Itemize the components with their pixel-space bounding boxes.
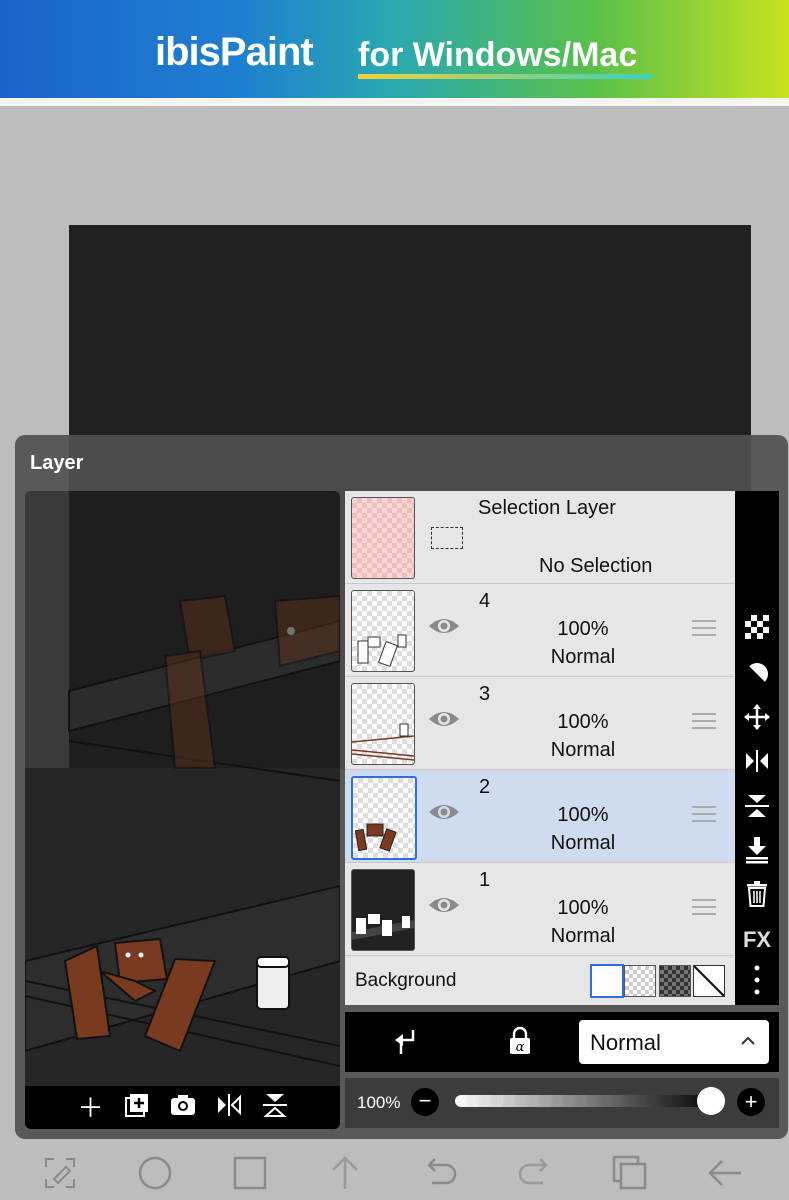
ibispaint-logo: ibisPaint [155,30,314,74]
layer-row[interactable]: 3 100% Normal [345,677,735,770]
merge-down-icon[interactable] [735,836,779,870]
visibility-eye-icon[interactable] [427,614,461,638]
layer-preview[interactable] [25,491,340,1086]
background-transparent-swatch[interactable] [624,965,656,997]
more-options-icon[interactable] [735,965,779,1001]
opacity-slider-track[interactable] [455,1095,717,1107]
camera-icon[interactable] [168,1093,198,1123]
layer-list: Selection Layer No Selection 4 100% Norm… [345,491,735,1005]
chevron-up-icon [741,1036,755,1045]
bottom-toolbar [0,1143,789,1200]
delete-layer-icon[interactable] [735,880,779,914]
arrow-up-icon[interactable] [325,1153,365,1193]
opacity-slider-thumb[interactable] [697,1087,725,1115]
background-row[interactable]: Background [345,956,735,1005]
background-none-swatch[interactable] [693,965,725,997]
layers-icon[interactable] [610,1153,650,1193]
layer-opacity: 100% [557,804,609,826]
tagline-underline [358,74,652,79]
layer-blend-mode: Normal [550,646,616,668]
transform-tool-icon[interactable] [40,1153,80,1193]
preview-toolbar: ＋ [25,1086,340,1129]
layer-name: 4 [479,590,491,612]
layer-blend-mode: Normal [550,832,616,854]
layer-thumbnail [351,590,415,672]
background-dark-checker-swatch[interactable] [659,965,691,997]
visibility-eye-icon[interactable] [427,800,461,824]
selection-marquee-icon [431,527,463,549]
opacity-decrease-button[interactable]: − [411,1088,439,1116]
selection-layer-row[interactable]: Selection Layer No Selection [345,491,735,584]
move-icon[interactable] [735,704,779,736]
duplicate-layer-icon[interactable] [122,1092,152,1124]
flip-horizontal-icon[interactable] [214,1093,244,1123]
blend-mode-bar: α Normal [345,1012,779,1072]
layer-thumbnail [351,776,417,860]
selection-thumbnail [351,497,415,579]
selection-layer-name: Selection Layer [478,497,616,519]
layer-name: 2 [479,776,491,798]
layer-blend-mode: Normal [550,739,616,761]
layer-thumbnail [351,869,415,951]
layer-name: 3 [479,683,491,705]
layer-thumbnail [351,683,415,765]
checker-transparency-icon[interactable] [735,615,779,645]
blend-mode-select[interactable]: Normal [579,1020,769,1064]
drag-handle-icon[interactable] [692,620,716,641]
banner-divider [0,98,789,106]
layer-opacity: 100% [557,711,609,733]
flip-layer-horizontal-icon[interactable] [735,749,779,779]
fx-button[interactable]: FX [735,927,779,953]
drag-handle-icon[interactable] [692,713,716,734]
panel-title: Layer [30,452,84,474]
selection-status: No Selection [539,555,653,577]
flip-layer-vertical-icon[interactable] [735,793,779,825]
layer-row-selected[interactable]: 2 100% Normal [345,770,735,863]
banner-tagline: for Windows/Mac [358,36,638,74]
layer-name: 1 [479,869,491,891]
rectangle-tool-icon[interactable] [230,1153,270,1193]
layer-opacity: 100% [557,618,609,640]
layer-tools-bar: FX [735,491,779,1005]
visibility-eye-icon[interactable] [427,893,461,917]
alpha-lock-icon[interactable]: α [507,1026,533,1056]
clipping-icon[interactable] [735,661,779,693]
svg-text:α: α [516,1040,525,1055]
layer-opacity: 100% [557,897,609,919]
blend-mode-value: Normal [590,1030,661,1055]
layer-blend-mode: Normal [550,925,616,947]
undo-icon[interactable] [420,1153,460,1193]
opacity-increase-button[interactable]: + [737,1088,765,1116]
layer-row[interactable]: 4 100% Normal [345,584,735,677]
drag-handle-icon[interactable] [692,899,716,920]
background-label: Background [355,970,457,991]
clipping-toggle-icon[interactable] [393,1028,419,1056]
ellipse-tool-icon[interactable] [135,1153,175,1193]
redo-icon[interactable] [515,1153,555,1193]
preview-artwork [25,491,340,1086]
back-arrow-icon[interactable] [705,1153,745,1193]
visibility-eye-icon[interactable] [427,707,461,731]
layer-row[interactable]: 1 100% Normal [345,863,735,956]
flip-vertical-icon[interactable] [260,1092,290,1124]
add-layer-icon[interactable]: ＋ [76,1093,106,1123]
opacity-label: 100% [357,1093,401,1112]
background-white-swatch[interactable] [590,964,624,998]
drag-handle-icon[interactable] [692,806,716,827]
opacity-slider-bar: 100% − + [345,1078,779,1128]
